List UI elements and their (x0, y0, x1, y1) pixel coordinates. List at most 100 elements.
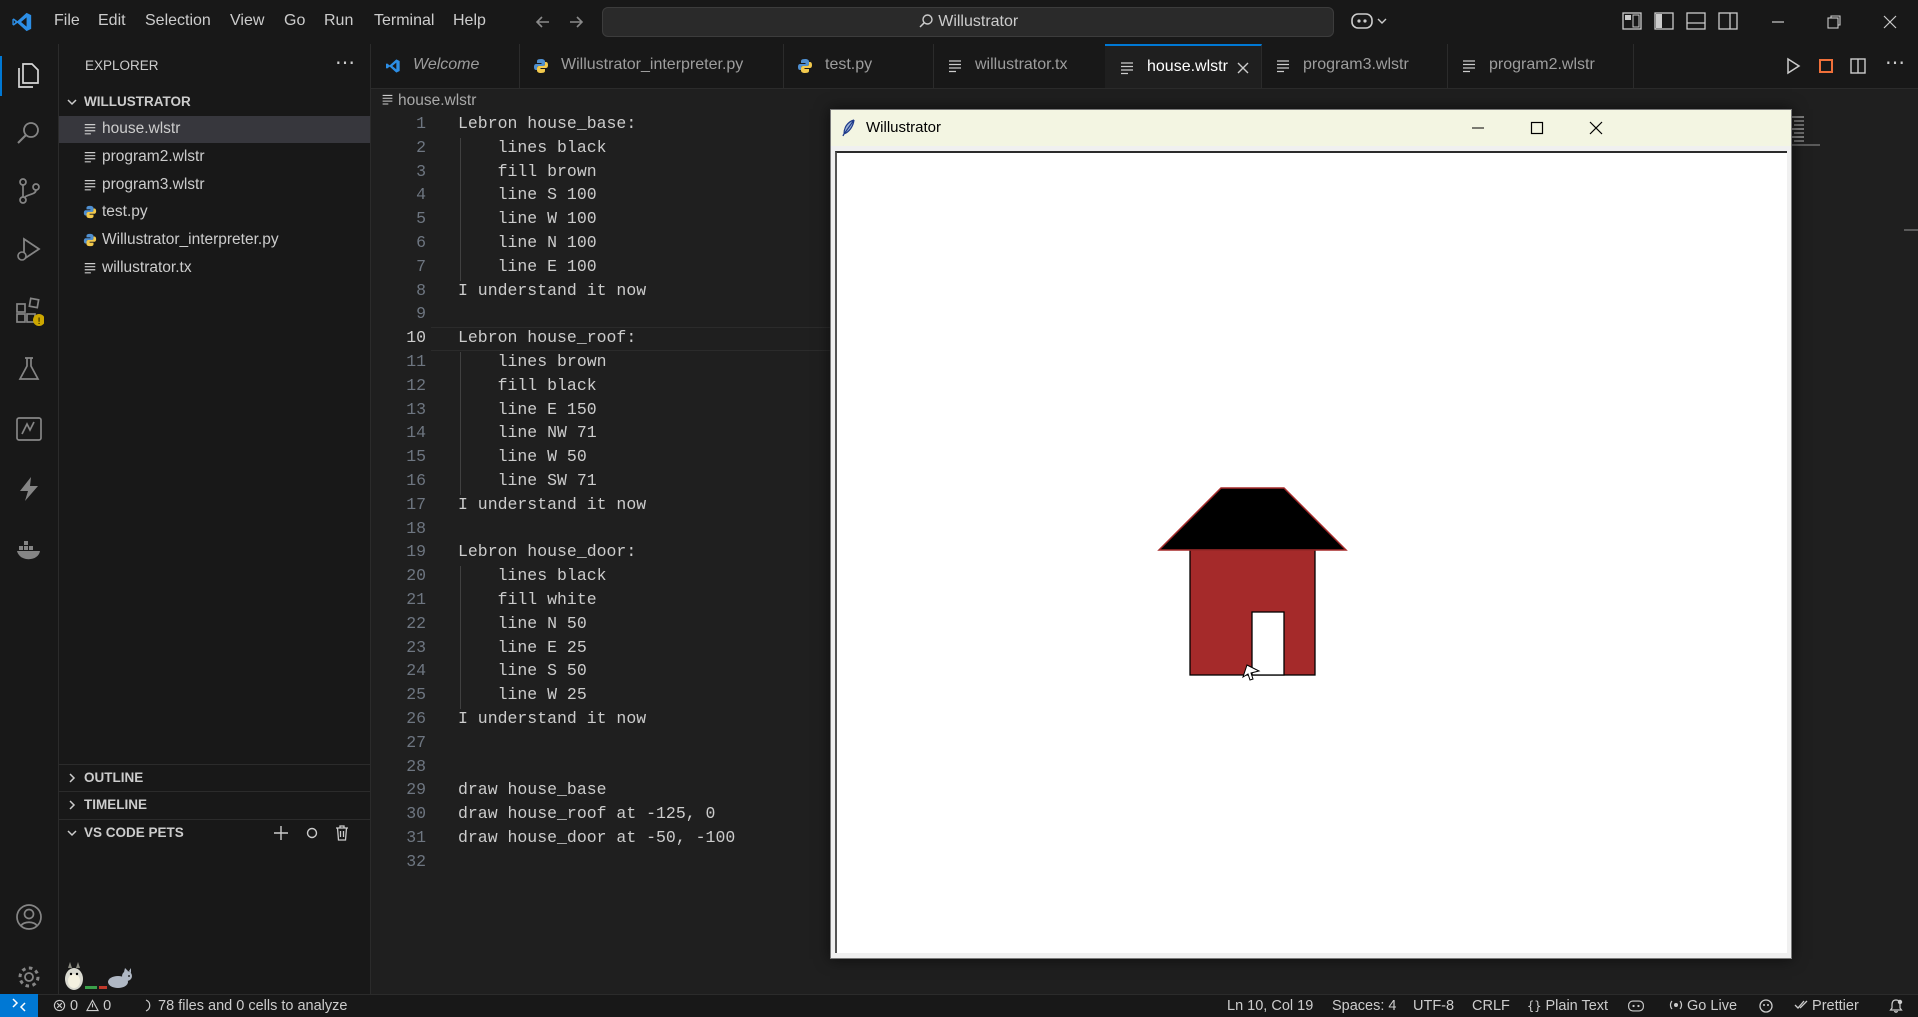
run-icon[interactable] (1784, 57, 1802, 75)
source-control-icon[interactable] (14, 176, 44, 206)
forward-arrow-icon[interactable] (566, 12, 586, 32)
file-item[interactable]: house.wlstr (59, 116, 370, 143)
code-line[interactable]: draw house_base (458, 780, 607, 799)
code-line[interactable]: line NW 71 (458, 423, 597, 442)
toggle-panel-icon[interactable] (1686, 12, 1706, 30)
tab-test-py[interactable]: test.py (783, 44, 934, 88)
folder-header[interactable]: WILLUSTRATOR (59, 89, 370, 115)
run-debug-icon[interactable] (14, 234, 44, 264)
jupyter-icon[interactable] (14, 414, 44, 444)
copilot-status-icon[interactable] (1627, 998, 1645, 1014)
explorer-icon[interactable] (14, 60, 44, 90)
outline-section[interactable]: OUTLINE (59, 764, 370, 791)
code-line[interactable]: Lebron house_base: (458, 114, 636, 133)
more-actions-icon[interactable]: ⋯ (335, 50, 355, 75)
vscode-logo-icon[interactable] (11, 11, 33, 33)
tab-house-wlstr[interactable]: house.wlstr (1105, 44, 1262, 88)
code-line[interactable]: line W 100 (458, 209, 597, 228)
search-view-icon[interactable] (14, 118, 44, 148)
line-ending[interactable]: CRLF (1472, 998, 1510, 1014)
code-line[interactable]: lines black (458, 138, 607, 157)
code-line[interactable]: I understand it now (458, 709, 646, 728)
trash-icon[interactable] (333, 824, 351, 842)
menu-go[interactable]: Go (284, 12, 305, 30)
back-arrow-icon[interactable] (533, 12, 553, 32)
close-icon[interactable] (1589, 121, 1603, 135)
tab-program3[interactable]: program3.wlstr (1261, 44, 1448, 88)
code-line[interactable]: draw house_door at -50, -100 (458, 828, 735, 847)
drawing-canvas[interactable] (835, 151, 1787, 953)
split-editor-icon[interactable] (1849, 57, 1867, 75)
restore-icon[interactable] (1826, 14, 1842, 30)
editor-more-actions-icon[interactable]: ⋯ (1885, 50, 1905, 75)
file-item[interactable]: willustrator.tx (59, 255, 370, 282)
thunder-client-icon[interactable] (14, 474, 44, 504)
menu-view[interactable]: View (230, 12, 264, 30)
go-live-button[interactable]: Go Live (1669, 998, 1737, 1014)
encoding[interactable]: UTF-8 (1413, 998, 1454, 1014)
code-line[interactable]: Lebron house_door: (458, 542, 636, 561)
indentation[interactable]: Spaces: 4 (1332, 998, 1397, 1014)
copilot-icon[interactable] (1350, 10, 1388, 32)
menu-selection[interactable]: Selection (145, 12, 211, 30)
code-line[interactable]: draw house_roof at -125, 0 (458, 804, 715, 823)
file-item[interactable]: program2.wlstr (59, 144, 370, 171)
feedback-icon[interactable] (1758, 998, 1774, 1014)
analysis-status[interactable]: 78 files and 0 cells to analyze (144, 998, 347, 1014)
maximize-icon[interactable] (1530, 121, 1544, 135)
notifications-bell-icon[interactable] (1888, 998, 1904, 1014)
language-mode[interactable]: {} Plain Text (1527, 998, 1608, 1014)
code-line[interactable]: fill black (458, 376, 597, 395)
timeline-section[interactable]: TIMELINE (59, 791, 370, 818)
stop-icon[interactable] (1817, 57, 1835, 75)
vscode-pets-section[interactable]: VS CODE PETS (59, 819, 370, 846)
code-line[interactable]: line E 100 (458, 257, 597, 276)
code-line[interactable]: line E 25 (458, 638, 587, 657)
throw-ball-icon[interactable] (303, 824, 321, 842)
code-line[interactable]: I understand it now (458, 495, 646, 514)
code-line[interactable]: lines black (458, 566, 607, 585)
minimap[interactable] (1790, 114, 1820, 174)
add-pet-icon[interactable] (272, 824, 290, 842)
file-item[interactable]: test.py (59, 199, 370, 226)
code-line[interactable]: line S 100 (458, 185, 597, 204)
extensions-icon[interactable]: ! (14, 296, 44, 326)
code-line[interactable]: line S 50 (458, 661, 587, 680)
tab-willustrator-interpreter[interactable]: Willustrator_interpreter.py (519, 44, 784, 88)
remote-indicator[interactable] (0, 994, 38, 1017)
minimize-icon[interactable] (1770, 14, 1786, 30)
breadcrumb[interactable]: house.wlstr (382, 92, 478, 110)
file-item[interactable]: program3.wlstr (59, 172, 370, 199)
code-line[interactable]: line N 50 (458, 614, 587, 633)
close-window-icon[interactable] (1882, 14, 1898, 30)
menu-terminal[interactable]: Terminal (374, 12, 434, 30)
willustrator-window[interactable]: Willustrator (830, 109, 1792, 959)
customize-layout-icon[interactable] (1622, 12, 1642, 30)
menu-edit[interactable]: Edit (98, 12, 126, 30)
toggle-primary-sidebar-icon[interactable] (1654, 12, 1674, 30)
code-line[interactable]: Lebron house_roof: (458, 328, 636, 347)
file-item[interactable]: Willustrator_interpreter.py (59, 227, 370, 254)
accounts-icon[interactable] (14, 902, 44, 932)
command-center-search[interactable]: Willustrator (602, 7, 1334, 37)
code-line[interactable]: line N 100 (458, 233, 597, 252)
code-line[interactable]: I understand it now (458, 281, 646, 300)
minimize-icon[interactable] (1471, 121, 1485, 135)
menu-help[interactable]: Help (453, 12, 486, 30)
tab-willustrator-tx[interactable]: willustrator.tx (933, 44, 1106, 88)
docker-icon[interactable] (14, 534, 44, 564)
cursor-position[interactable]: Ln 10, Col 19 (1227, 998, 1313, 1014)
close-tab-icon[interactable] (1235, 60, 1251, 76)
pets-sprites-icon[interactable] (61, 959, 161, 991)
code-line[interactable]: line W 50 (458, 447, 587, 466)
tab-program2[interactable]: program2.wlstr (1447, 44, 1634, 88)
code-line[interactable]: line E 150 (458, 400, 597, 419)
code-line[interactable]: fill brown (458, 162, 597, 181)
code-line[interactable]: line SW 71 (458, 471, 597, 490)
willustrator-titlebar[interactable]: Willustrator (831, 110, 1791, 146)
menu-file[interactable]: File (54, 12, 80, 30)
code-line[interactable]: lines brown (458, 352, 607, 371)
manage-gear-icon[interactable] (14, 962, 44, 992)
code-line[interactable]: fill white (458, 590, 597, 609)
code-editor[interactable]: 1 Lebron house_base: 2 lines black 3 fill b… (371, 114, 831, 884)
